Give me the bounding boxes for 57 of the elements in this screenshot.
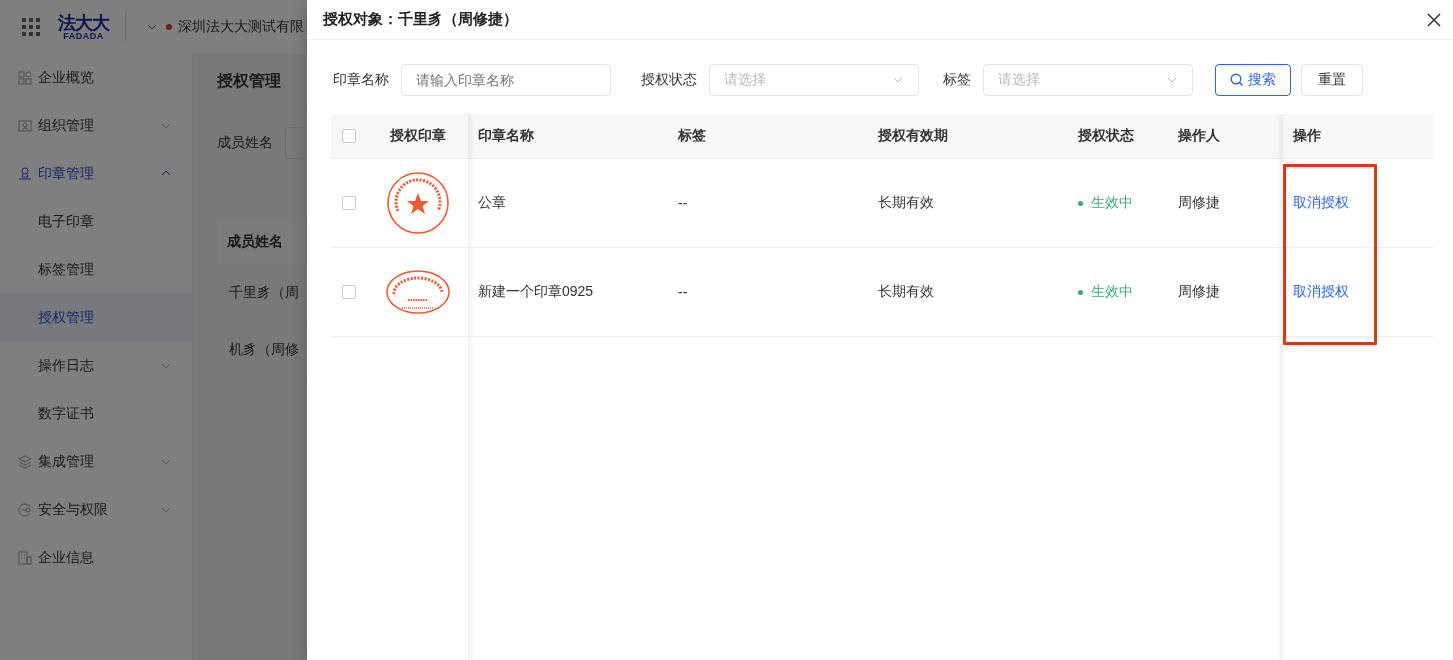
contact-card-icon xyxy=(18,119,32,133)
sidebar-item[interactable]: 集成管理 xyxy=(0,438,192,486)
seal-name: 新建一个印章0925 xyxy=(477,282,595,301)
operator-cell-text: 周修捷 xyxy=(1177,193,1221,212)
sidebar-item[interactable]: 授权管理 xyxy=(0,294,192,342)
close-icon[interactable] xyxy=(1427,12,1441,27)
column-header: 操作 xyxy=(1292,126,1322,145)
apps-grid-icon[interactable] xyxy=(22,18,40,36)
status-text: 生效中 xyxy=(1091,283,1133,301)
key-icon xyxy=(18,503,32,517)
column-header: 标签 xyxy=(677,126,707,145)
checkbox[interactable] xyxy=(342,285,356,299)
sidebar-item[interactable]: 企业概览 xyxy=(0,54,192,102)
sidebar-item[interactable]: 电子印章 xyxy=(0,198,192,246)
field-label: 标签 xyxy=(943,71,971,89)
checkbox[interactable] xyxy=(342,129,356,143)
search-icon xyxy=(1230,73,1244,87)
round-seal-drawing xyxy=(386,172,449,234)
validity-cell-text: 长期有效 xyxy=(877,193,935,212)
column-header: 授权有效期 xyxy=(877,126,949,145)
operator-cell-text: 周修捷 xyxy=(1177,282,1221,301)
column-header: 授权状态 xyxy=(1077,126,1135,145)
status-text: 生效中 xyxy=(1091,194,1133,212)
tag-cell-text: -- xyxy=(677,283,689,302)
sidebar-item[interactable]: 安全与权限 xyxy=(0,486,192,534)
stamp-icon xyxy=(18,167,32,181)
status-dot xyxy=(1078,200,1083,206)
seal-name: 公章 xyxy=(477,193,507,212)
status-dot xyxy=(166,24,172,30)
building-icon xyxy=(18,551,32,565)
field-label: 成员姓名 xyxy=(217,134,273,152)
column-header: 授权印章 xyxy=(388,126,447,145)
sidebar-item[interactable]: 企业信息 xyxy=(0,534,192,582)
sidebar-item[interactable]: 操作日志 xyxy=(0,342,192,390)
column-header: 操作人 xyxy=(1177,126,1221,145)
validity-cell-text: 长期有效 xyxy=(877,282,935,301)
revoke-link[interactable]: 取消授权 xyxy=(1293,194,1349,212)
oval-seal-drawing xyxy=(385,270,450,314)
layers-icon xyxy=(18,455,32,469)
sidebar-item[interactable]: 组织管理 xyxy=(0,102,192,150)
status-dot xyxy=(1078,289,1083,295)
column-header: 印章名称 xyxy=(477,126,535,145)
search-field[interactable]: 请输入印章名称 xyxy=(401,64,611,96)
checkbox[interactable] xyxy=(342,196,356,210)
sidebar-item[interactable]: 印章管理 xyxy=(0,150,192,198)
revoke-link[interactable]: 取消授权 xyxy=(1293,283,1349,301)
dashboard-icon xyxy=(18,71,32,85)
search-button[interactable]: 搜索 xyxy=(1215,64,1291,96)
company-name[interactable]: 深圳法大大测试有限 xyxy=(178,18,304,36)
brand-logo: 法大大 FADADA xyxy=(58,13,109,41)
sidebar-item[interactable]: 数字证书 xyxy=(0,390,192,438)
tag-cell-text: -- xyxy=(677,194,689,213)
sidebar-item[interactable]: 标签管理 xyxy=(0,246,192,294)
field-label: 授权状态 xyxy=(641,71,697,89)
drawer-title: 授权对象：千里豸（周修捷） xyxy=(323,10,518,29)
field-label: 印章名称 xyxy=(333,71,389,89)
reset-button[interactable]: 重置 xyxy=(1301,64,1363,96)
